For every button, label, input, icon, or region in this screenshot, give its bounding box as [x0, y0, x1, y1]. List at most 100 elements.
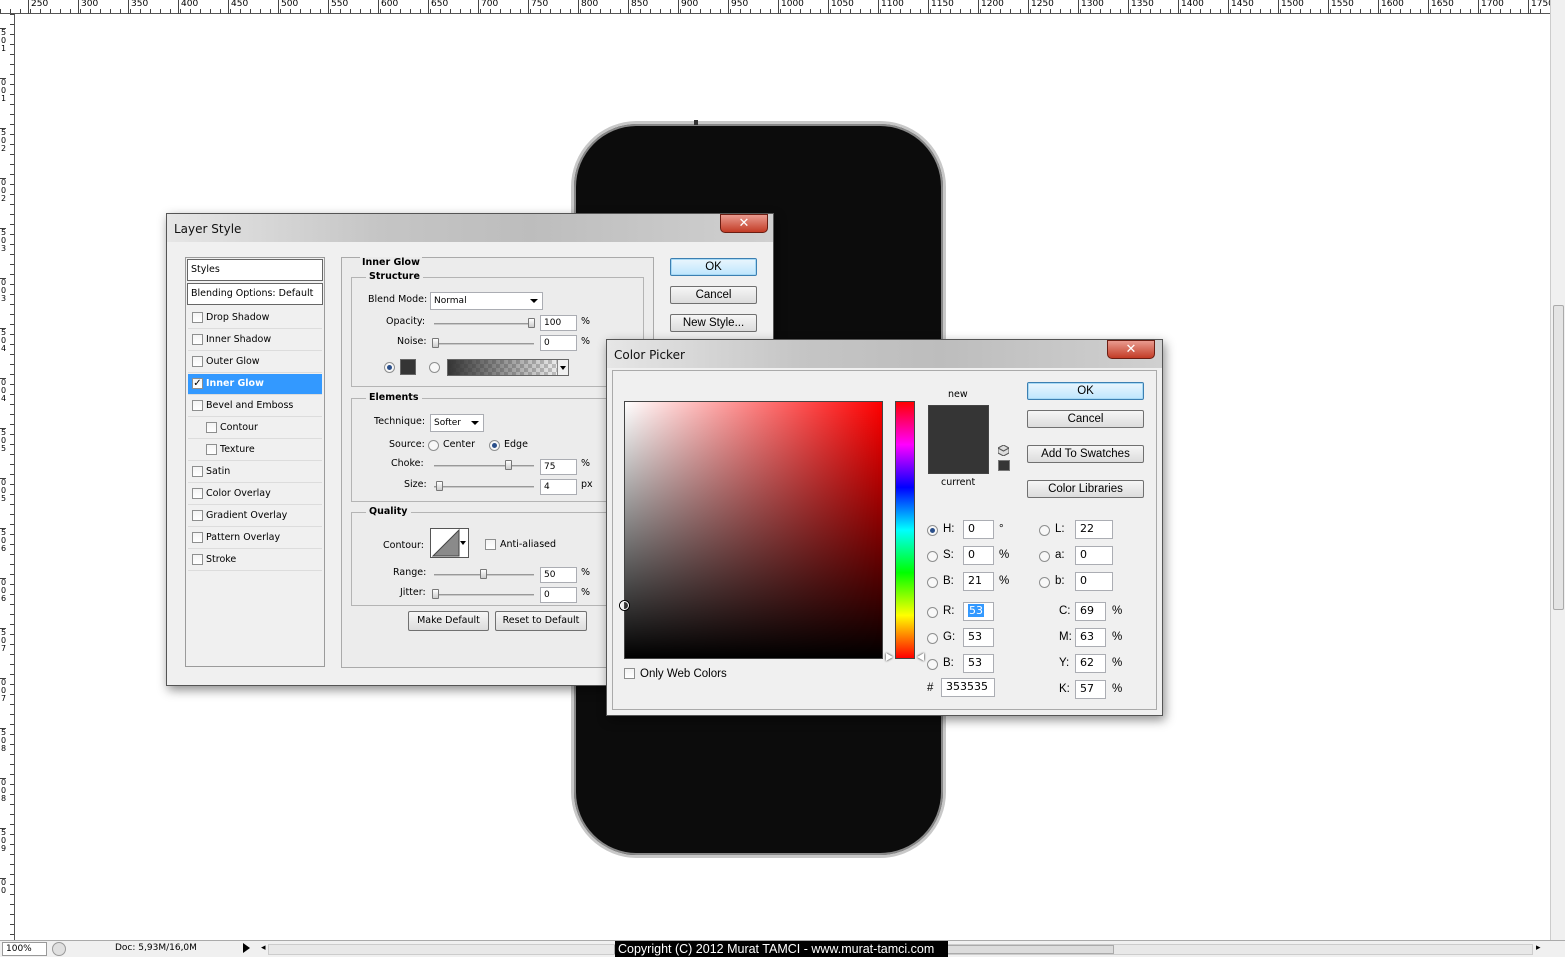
size-slider[interactable] [434, 481, 534, 491]
gradient-radio[interactable] [429, 362, 440, 373]
noise-slider[interactable] [432, 338, 534, 348]
hex-input[interactable]: 353535 [941, 678, 995, 697]
hsb-radio-1[interactable] [927, 551, 938, 562]
color-picker-cancel-button[interactable]: Cancel [1027, 410, 1144, 428]
status-menu-arrow-icon[interactable] [243, 943, 250, 953]
layer-style-cancel-button[interactable]: Cancel [670, 286, 757, 304]
scroll-left-arrow-icon[interactable]: ◂ [261, 943, 266, 953]
close-icon[interactable]: ✕ [1107, 340, 1155, 359]
opacity-slider[interactable] [434, 318, 535, 328]
style-checkbox[interactable] [192, 334, 203, 345]
style-checkbox[interactable] [192, 532, 203, 543]
out-of-gamut-cube-icon[interactable] [997, 444, 1010, 457]
style-item-pattern-overlay[interactable]: Pattern Overlay [188, 528, 322, 549]
style-item-inner-glow[interactable]: ✓ Inner Glow [188, 374, 322, 395]
range-slider-handle[interactable] [480, 569, 487, 579]
opacity-input[interactable]: 100 [540, 315, 577, 331]
style-item-satin[interactable]: Satin [188, 462, 322, 483]
range-input[interactable]: 50 [540, 567, 577, 583]
source-edge-label[interactable]: Edge [504, 439, 528, 450]
styles-header[interactable]: Styles [187, 259, 323, 281]
add-to-swatches-button[interactable]: Add To Swatches [1027, 445, 1144, 463]
style-item-contour[interactable]: Contour [188, 418, 322, 439]
status-info-icon[interactable] [52, 942, 66, 956]
hsb-input-1[interactable]: 0 [963, 546, 994, 565]
anti-aliased-checkbox[interactable] [485, 539, 496, 550]
jitter-slider-handle[interactable] [432, 589, 439, 599]
color-field[interactable] [620, 401, 883, 659]
cmyk-input-2[interactable]: 62 [1075, 654, 1106, 673]
source-edge-radio[interactable] [489, 440, 500, 451]
rgb-input-2[interactable]: 53 [963, 654, 994, 673]
size-input[interactable]: 4 [540, 479, 577, 495]
lab-radio-0[interactable] [1039, 525, 1050, 536]
blend-mode-dropdown[interactable]: Normal [430, 292, 543, 310]
style-checkbox[interactable] [192, 488, 203, 499]
style-item-outer-glow[interactable]: Outer Glow [188, 352, 322, 373]
style-checkbox[interactable] [192, 466, 203, 477]
close-icon[interactable]: ✕ [720, 214, 768, 233]
color-picker-titlebar[interactable]: Color Picker [607, 340, 1162, 368]
color-libraries-button[interactable]: Color Libraries [1027, 480, 1144, 498]
style-item-texture[interactable]: Texture [188, 440, 322, 461]
style-item-bevel-and-emboss[interactable]: Bevel and Emboss [188, 396, 322, 417]
style-item-gradient-overlay[interactable]: Gradient Overlay [188, 506, 322, 527]
cmyk-input-1[interactable]: 63 [1075, 628, 1106, 647]
rgb-input-0[interactable]: 53 [963, 602, 994, 621]
hsb-radio-2[interactable] [927, 577, 938, 588]
lab-input-2[interactable]: 0 [1075, 572, 1113, 591]
hue-slider-right-arrow-icon[interactable] [917, 653, 924, 661]
style-item-color-overlay[interactable]: Color Overlay [188, 484, 322, 505]
rgb-radio-0[interactable] [927, 607, 938, 618]
hsb-input-0[interactable]: 0 [963, 520, 994, 539]
solid-color-radio[interactable] [384, 362, 395, 373]
web-safe-swatch[interactable] [998, 460, 1010, 471]
layer-style-titlebar[interactable]: Layer Style [167, 214, 773, 242]
hue-slider-left-arrow-icon[interactable] [886, 653, 893, 661]
technique-dropdown[interactable]: Softer [430, 414, 484, 432]
style-checkbox[interactable] [192, 356, 203, 367]
choke-input[interactable]: 75 [540, 459, 577, 475]
zoom-field[interactable]: 100% [2, 942, 47, 956]
rgb-input-1[interactable]: 53 [963, 628, 994, 647]
new-style-button[interactable]: New Style... [670, 314, 757, 332]
style-item-inner-shadow[interactable]: Inner Shadow [188, 330, 322, 351]
jitter-input[interactable]: 0 [540, 587, 577, 603]
source-center-radio[interactable] [428, 440, 439, 451]
anti-aliased-label[interactable]: Anti-aliased [500, 539, 556, 550]
choke-slider[interactable] [434, 460, 534, 470]
source-center-label[interactable]: Center [443, 439, 475, 450]
opacity-slider-handle[interactable] [528, 318, 535, 328]
style-checkbox[interactable] [192, 510, 203, 521]
style-item-drop-shadow[interactable]: Drop Shadow [188, 308, 322, 329]
lab-radio-2[interactable] [1039, 577, 1050, 588]
lab-input-0[interactable]: 22 [1075, 520, 1113, 539]
style-checkbox[interactable] [192, 312, 203, 323]
style-checkbox[interactable] [192, 400, 203, 411]
vertical-scrollbar[interactable] [1550, 0, 1565, 940]
only-web-colors-checkbox[interactable] [624, 668, 635, 679]
layer-style-ok-button[interactable]: OK [670, 258, 757, 276]
range-slider[interactable] [434, 569, 534, 579]
hsb-radio-0[interactable] [927, 525, 938, 536]
color-field-cursor[interactable] [620, 601, 629, 610]
gradient-picker[interactable] [447, 359, 569, 376]
scrollbar-thumb[interactable] [1553, 305, 1564, 610]
style-checkbox[interactable] [206, 444, 217, 455]
size-slider-handle[interactable] [436, 481, 443, 491]
lab-input-1[interactable]: 0 [1075, 546, 1113, 565]
hue-slider[interactable] [895, 401, 915, 659]
blending-options-item[interactable]: Blending Options: Default [187, 283, 323, 305]
noise-input[interactable]: 0 [540, 335, 577, 351]
contour-picker[interactable] [430, 528, 469, 558]
rgb-radio-2[interactable] [927, 659, 938, 670]
rgb-radio-1[interactable] [927, 633, 938, 644]
hsb-input-2[interactable]: 21 [963, 572, 994, 591]
cmyk-input-0[interactable]: 69 [1075, 602, 1106, 621]
choke-slider-handle[interactable] [505, 460, 512, 470]
cmyk-input-3[interactable]: 57 [1075, 680, 1106, 699]
color-picker-ok-button[interactable]: OK [1027, 382, 1144, 400]
noise-slider-handle[interactable] [432, 338, 439, 348]
style-item-stroke[interactable]: Stroke [188, 550, 322, 571]
glow-color-swatch[interactable] [400, 359, 416, 375]
